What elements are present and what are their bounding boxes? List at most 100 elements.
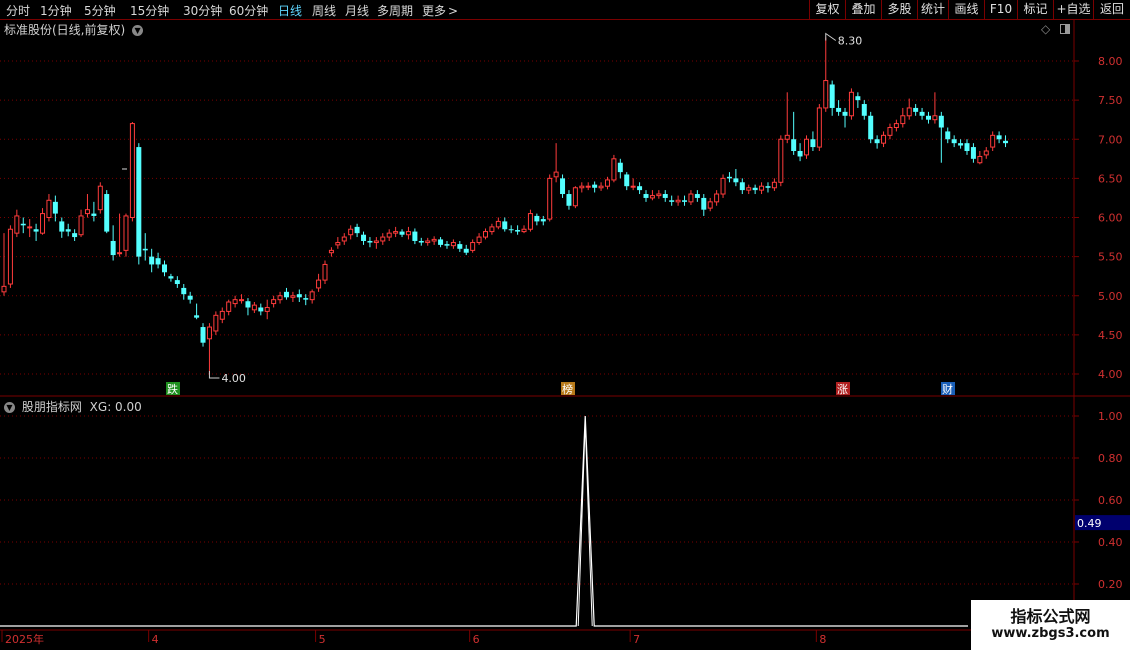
indicator-tick-label: 0.40	[1098, 536, 1123, 549]
candle	[187, 291, 193, 304]
candle	[649, 190, 655, 201]
candle	[367, 237, 373, 248]
event-badge: 财	[941, 382, 955, 396]
candle-layer	[1, 37, 1009, 374]
candle	[694, 190, 700, 202]
candle-body	[277, 295, 283, 301]
candle-body	[611, 158, 617, 181]
candle	[932, 92, 938, 124]
candle	[816, 104, 822, 151]
candle-body	[450, 242, 456, 247]
candle-body	[643, 194, 649, 198]
candle-body	[566, 194, 572, 206]
candle	[836, 100, 842, 116]
candle-body	[893, 123, 899, 129]
candle-body	[341, 236, 347, 242]
candle	[906, 98, 912, 120]
candle	[155, 252, 161, 269]
candle	[431, 236, 437, 245]
candle-body	[40, 213, 46, 234]
candle-body	[162, 264, 167, 273]
indicator-tick-label: 0.20	[1098, 578, 1123, 591]
candle	[40, 208, 46, 235]
candle-body	[553, 171, 559, 178]
candle	[245, 298, 251, 316]
indicator-tick-label: 0.60	[1098, 494, 1123, 507]
candle-body	[649, 195, 655, 199]
candle-body	[560, 178, 566, 195]
candle	[675, 195, 681, 206]
candle-body	[502, 221, 508, 230]
price-tick-label: 5.00	[1098, 290, 1123, 303]
candle	[662, 190, 668, 202]
main-panel-title: 标准股份(日线,前复权) ▼	[4, 21, 144, 38]
candle	[739, 178, 745, 195]
candle	[341, 233, 347, 245]
candle-body	[669, 200, 675, 202]
candle	[7, 225, 13, 288]
price-tick-label: 6.50	[1098, 172, 1123, 185]
chevron-down-icon[interactable]: ▼	[132, 25, 144, 36]
candle	[348, 225, 354, 240]
candle-body	[20, 223, 26, 226]
candle-body	[791, 139, 797, 151]
candle-body	[733, 178, 739, 183]
candle	[848, 88, 854, 120]
candle-body	[322, 263, 328, 281]
candle	[611, 154, 617, 183]
candle	[765, 182, 771, 193]
candle	[527, 209, 533, 232]
price-tick-label: 5.50	[1098, 251, 1123, 264]
candle-body	[604, 179, 610, 187]
candle	[682, 195, 688, 206]
candle	[65, 223, 71, 237]
candle-body	[72, 233, 78, 238]
candle	[874, 135, 880, 149]
candle-body	[271, 299, 277, 305]
candle-body	[110, 240, 116, 256]
candle-body	[84, 209, 90, 215]
xg-series-line	[0, 415, 968, 627]
candle-body	[765, 186, 771, 188]
candle-body	[393, 231, 399, 234]
candle-body	[149, 256, 155, 265]
candle-body	[836, 107, 842, 112]
price-tick-label: 8.00	[1098, 55, 1123, 68]
candle	[566, 190, 572, 210]
candle-body	[630, 185, 636, 188]
candle-body	[707, 201, 713, 209]
candle-body	[662, 194, 668, 198]
cursor-value-label: 0.49	[1077, 517, 1102, 530]
candle	[194, 303, 200, 320]
candle	[733, 168, 739, 187]
candle-body	[932, 115, 938, 121]
candle	[964, 139, 970, 155]
candle	[1003, 135, 1009, 148]
candle	[136, 143, 142, 265]
candle-body	[1, 285, 7, 293]
grid-layer	[0, 20, 1130, 642]
candle-body	[624, 174, 630, 187]
candle-body	[431, 238, 437, 242]
kline-chart[interactable]: 8.00 7.50 7.00 6.50 6.00 5.50 5.00 4.50 4.00 1.00…	[0, 0, 1130, 650]
event-badge: 跌	[166, 382, 180, 396]
candle	[213, 311, 219, 335]
panel-toggle-icon[interactable]	[1060, 24, 1070, 34]
event-badge: 涨	[836, 382, 850, 396]
candle-body	[328, 249, 334, 254]
price-tick-label: 4.50	[1098, 329, 1123, 342]
stock-title: 标准股份(日线,前复权)	[4, 23, 126, 37]
candle-body	[168, 276, 174, 279]
candle-body	[515, 230, 521, 232]
chevron-down-icon[interactable]: ▼	[4, 402, 15, 413]
candle-body	[759, 185, 765, 191]
candle	[117, 213, 123, 257]
candle-body	[361, 234, 367, 241]
diamond-icon[interactable]: ◇	[1041, 22, 1050, 36]
candle	[572, 186, 578, 209]
candle-body	[425, 240, 431, 244]
candle	[14, 209, 20, 238]
candle	[258, 303, 264, 316]
candle-body	[27, 226, 33, 229]
date-tick-label: 5	[319, 633, 326, 646]
